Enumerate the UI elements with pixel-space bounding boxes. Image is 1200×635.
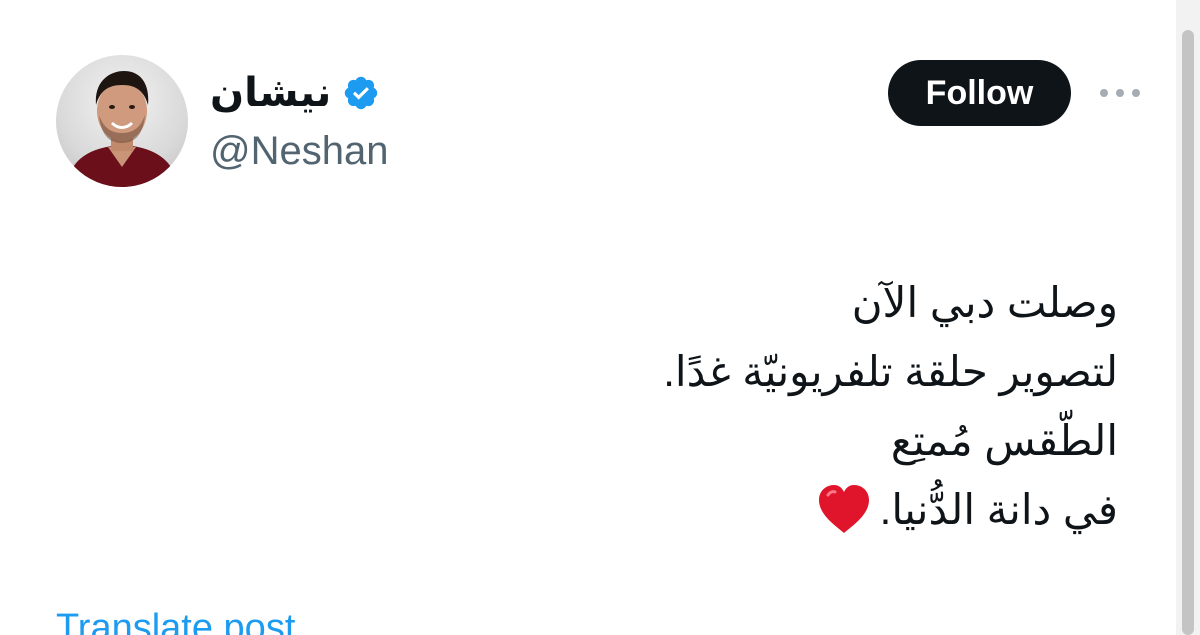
tweet-card: نيشان @Neshan Follow وصلت دبي الآن لتصوي… bbox=[0, 0, 1176, 635]
tweet-line: الطّقس مُمتِع bbox=[890, 417, 1118, 464]
tweet-text: وصلت دبي الآن لتصوير حلقة تلفريونيّة غدً… bbox=[218, 268, 1118, 544]
tweet-line: وصلت دبي الآن bbox=[851, 279, 1118, 326]
author-display-name[interactable]: نيشان bbox=[210, 68, 331, 118]
scrollbar-thumb[interactable] bbox=[1182, 30, 1194, 635]
scrollbar[interactable] bbox=[1176, 0, 1200, 635]
author-handle[interactable]: @Neshan bbox=[210, 127, 388, 175]
profile-photo bbox=[66, 71, 178, 187]
follow-button[interactable]: Follow bbox=[888, 60, 1071, 126]
translate-post-link[interactable]: Translate post bbox=[56, 604, 295, 635]
avatar[interactable] bbox=[56, 55, 188, 187]
tweet-line: لتصوير حلقة تلفريونيّة غدًا. bbox=[663, 348, 1118, 395]
tweet-line-text: في دانة الدُّنيا. bbox=[879, 486, 1118, 533]
tweet-line-last: في دانة الدُّنيا. bbox=[218, 475, 1118, 544]
more-dots-icon[interactable] bbox=[1096, 78, 1144, 108]
verified-badge-icon[interactable] bbox=[341, 73, 381, 113]
red-heart-icon bbox=[816, 483, 872, 535]
author-name-row: نيشان bbox=[210, 68, 381, 118]
